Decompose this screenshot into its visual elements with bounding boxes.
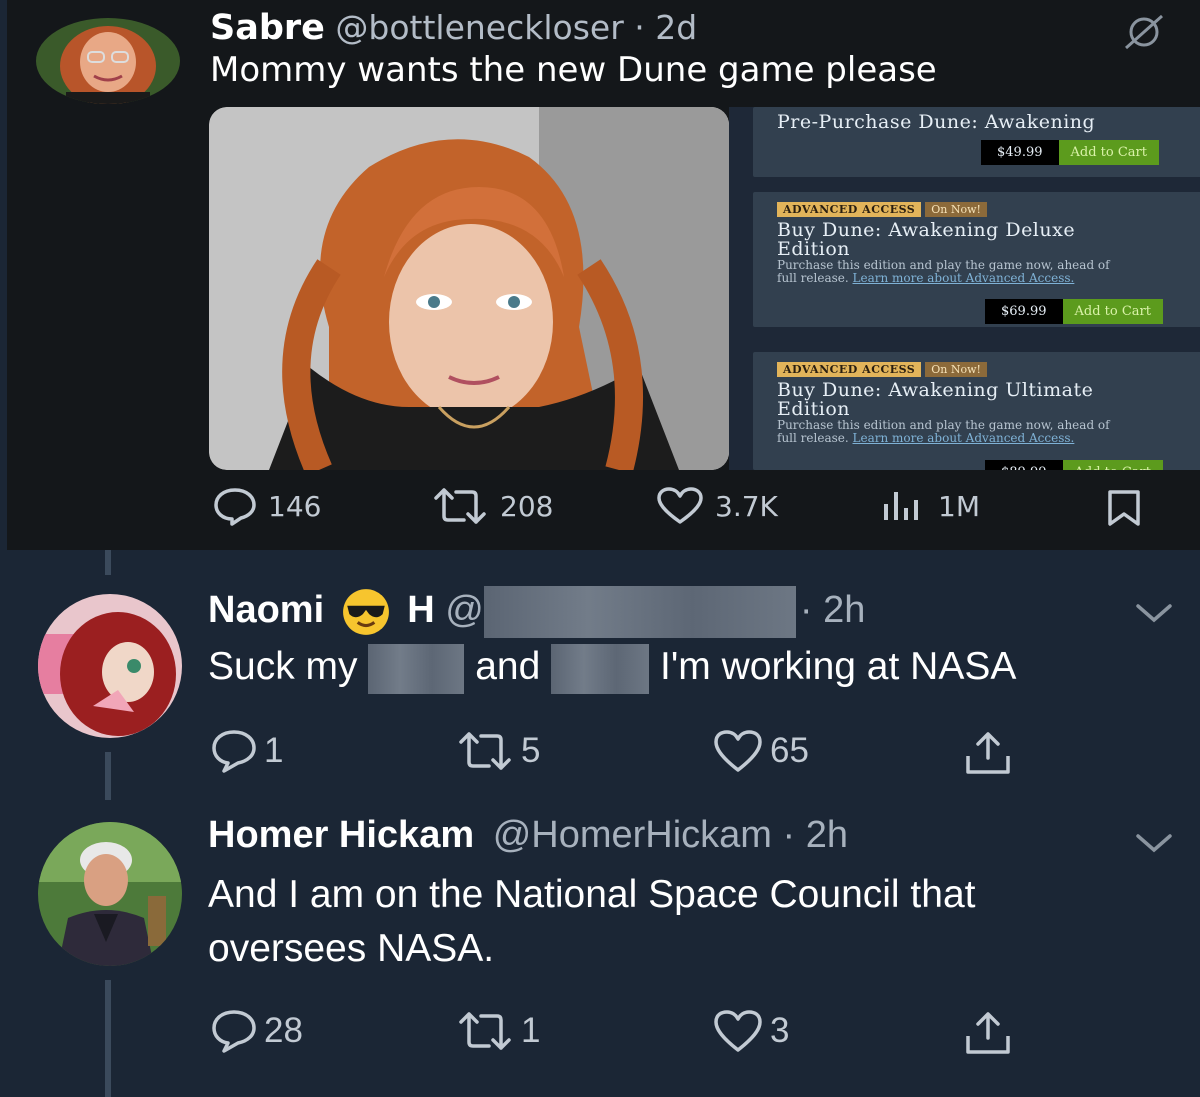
reply-text-part: and: [475, 645, 541, 688]
reply-text-line: oversees NASA.: [208, 927, 495, 970]
share-icon[interactable]: [962, 728, 1014, 776]
chevron-down-icon[interactable]: [1132, 598, 1176, 628]
on-now-badge: On Now!: [925, 362, 987, 377]
reply-header-homer: Homer Hickam @HomerHickam · 2h: [208, 814, 848, 857]
author-name[interactable]: Sabre: [210, 8, 325, 48]
selfie-photo[interactable]: [209, 107, 729, 470]
comment-icon: [214, 488, 256, 526]
retweet-count: 5: [521, 731, 541, 770]
views-count: 1M: [938, 489, 980, 523]
bookmark-icon[interactable]: [1102, 488, 1146, 528]
heart-icon: [657, 487, 703, 524]
reply-header-naomi: Naomi H @ · 2h: [208, 586, 865, 638]
price-label: $49.99: [981, 140, 1059, 165]
steam-store-screenshot: Pre-Purchase Dune: Awakening $49.99 Add …: [729, 107, 1200, 470]
price-label: $69.99: [985, 299, 1063, 324]
store-card-standard: Pre-Purchase Dune: Awakening $49.99 Add …: [753, 107, 1200, 177]
reply-author-handle[interactable]: @HomerHickam: [493, 814, 772, 856]
redacted-word: [368, 643, 465, 694]
thread-line-mid: [105, 752, 111, 800]
reply-action[interactable]: 1: [210, 728, 283, 774]
on-now-badge: On Now!: [925, 202, 987, 217]
retweet-action[interactable]: 208: [430, 486, 553, 526]
like-action[interactable]: 3: [712, 1008, 789, 1054]
reply-count: 1: [264, 731, 284, 770]
author-avatar[interactable]: [36, 18, 180, 104]
add-to-cart-button[interactable]: Add to Cart: [1062, 460, 1163, 470]
retweet-icon: [459, 1012, 511, 1050]
reply-author-handle[interactable]: @: [445, 589, 484, 631]
heart-icon: [714, 730, 762, 772]
retweet-icon: [459, 732, 511, 770]
author-handle[interactable]: @bottleneckloser: [335, 8, 623, 47]
tweet-header: Sabre @bottleneckloser · 2d: [210, 8, 697, 48]
like-count: 3: [770, 1011, 790, 1050]
store-card-desc-line2: full release.: [777, 431, 849, 445]
reply-action[interactable]: 28: [210, 1008, 303, 1054]
thread-line-bottom: [105, 980, 111, 1097]
heart-icon: [714, 1010, 762, 1052]
store-card-deluxe: ADVANCED ACCESS On Now! Buy Dune: Awaken…: [753, 192, 1200, 327]
share-icon[interactable]: [962, 1008, 1014, 1056]
store-card-ultimate: ADVANCED ACCESS On Now! Buy Dune: Awaken…: [753, 352, 1200, 470]
retweet-count: 1: [521, 1011, 541, 1050]
reply-author-name[interactable]: Naomi: [208, 589, 324, 631]
tweet-media[interactable]: Pre-Purchase Dune: Awakening $49.99 Add …: [209, 107, 1200, 470]
reply-author-name-suffix[interactable]: H: [407, 589, 434, 631]
reply-text-naomi: Suck my and I'm working at NASA: [208, 640, 1016, 694]
advanced-access-badge: ADVANCED ACCESS: [777, 202, 922, 217]
comment-icon: [212, 1010, 256, 1053]
add-to-cart-button[interactable]: Add to Cart: [1062, 299, 1163, 324]
retweet-action[interactable]: 5: [455, 728, 540, 774]
like-count: 65: [770, 731, 809, 770]
retweet-action[interactable]: 1: [455, 1008, 540, 1054]
reply-text-part: I'm working at NASA: [659, 645, 1017, 688]
views-icon: [884, 492, 918, 520]
learn-more-link[interactable]: Learn more about Advanced Access.: [853, 271, 1075, 285]
redacted-word: [551, 643, 650, 694]
reply-avatar-naomi[interactable]: [38, 594, 182, 738]
mute-icon[interactable]: [1122, 14, 1166, 50]
comment-icon: [212, 730, 256, 773]
store-card-title-line2: Edition: [777, 238, 850, 260]
store-card-desc-line2: full release.: [777, 271, 849, 285]
reply-count: 146: [268, 489, 322, 523]
store-card-title: Pre-Purchase Dune: Awakening: [777, 111, 1096, 133]
tweet-time[interactable]: · 2d: [624, 8, 697, 47]
advanced-access-badge: ADVANCED ACCESS: [777, 362, 922, 377]
retweet-count: 208: [500, 489, 554, 523]
original-tweet: Sabre @bottleneckloser · 2d Mommy wants …: [7, 0, 1200, 550]
learn-more-link[interactable]: Learn more about Advanced Access.: [853, 431, 1075, 445]
reply-text-line: And I am on the National Space Council t…: [208, 873, 976, 916]
views-action[interactable]: 1M: [880, 486, 980, 526]
retweet-icon: [434, 488, 486, 524]
store-card-title-line2: Edition: [777, 398, 850, 420]
redacted-handle: [483, 586, 796, 638]
reply-text-part: Suck my: [208, 645, 358, 688]
tweet-text: Mommy wants the new Dune game please: [210, 50, 937, 90]
reply-time[interactable]: · 2h: [783, 814, 848, 856]
reply-avatar-homer[interactable]: [38, 822, 182, 966]
price-label: $89.99: [985, 460, 1063, 470]
reply-time[interactable]: · 2h: [800, 589, 865, 631]
chevron-down-icon[interactable]: [1132, 828, 1176, 858]
like-count: 3.7K: [715, 489, 778, 523]
reply-count: 28: [264, 1011, 303, 1050]
like-action[interactable]: 3.7K: [655, 486, 778, 526]
sunglasses-emoji-icon: [342, 589, 389, 635]
like-action[interactable]: 65: [712, 728, 809, 774]
reply-action[interactable]: 146: [212, 486, 321, 526]
reply-author-name[interactable]: Homer Hickam: [208, 814, 474, 856]
reply-text-homer: And I am on the National Space Council t…: [208, 868, 975, 976]
add-to-cart-button[interactable]: Add to Cart: [1058, 140, 1159, 165]
